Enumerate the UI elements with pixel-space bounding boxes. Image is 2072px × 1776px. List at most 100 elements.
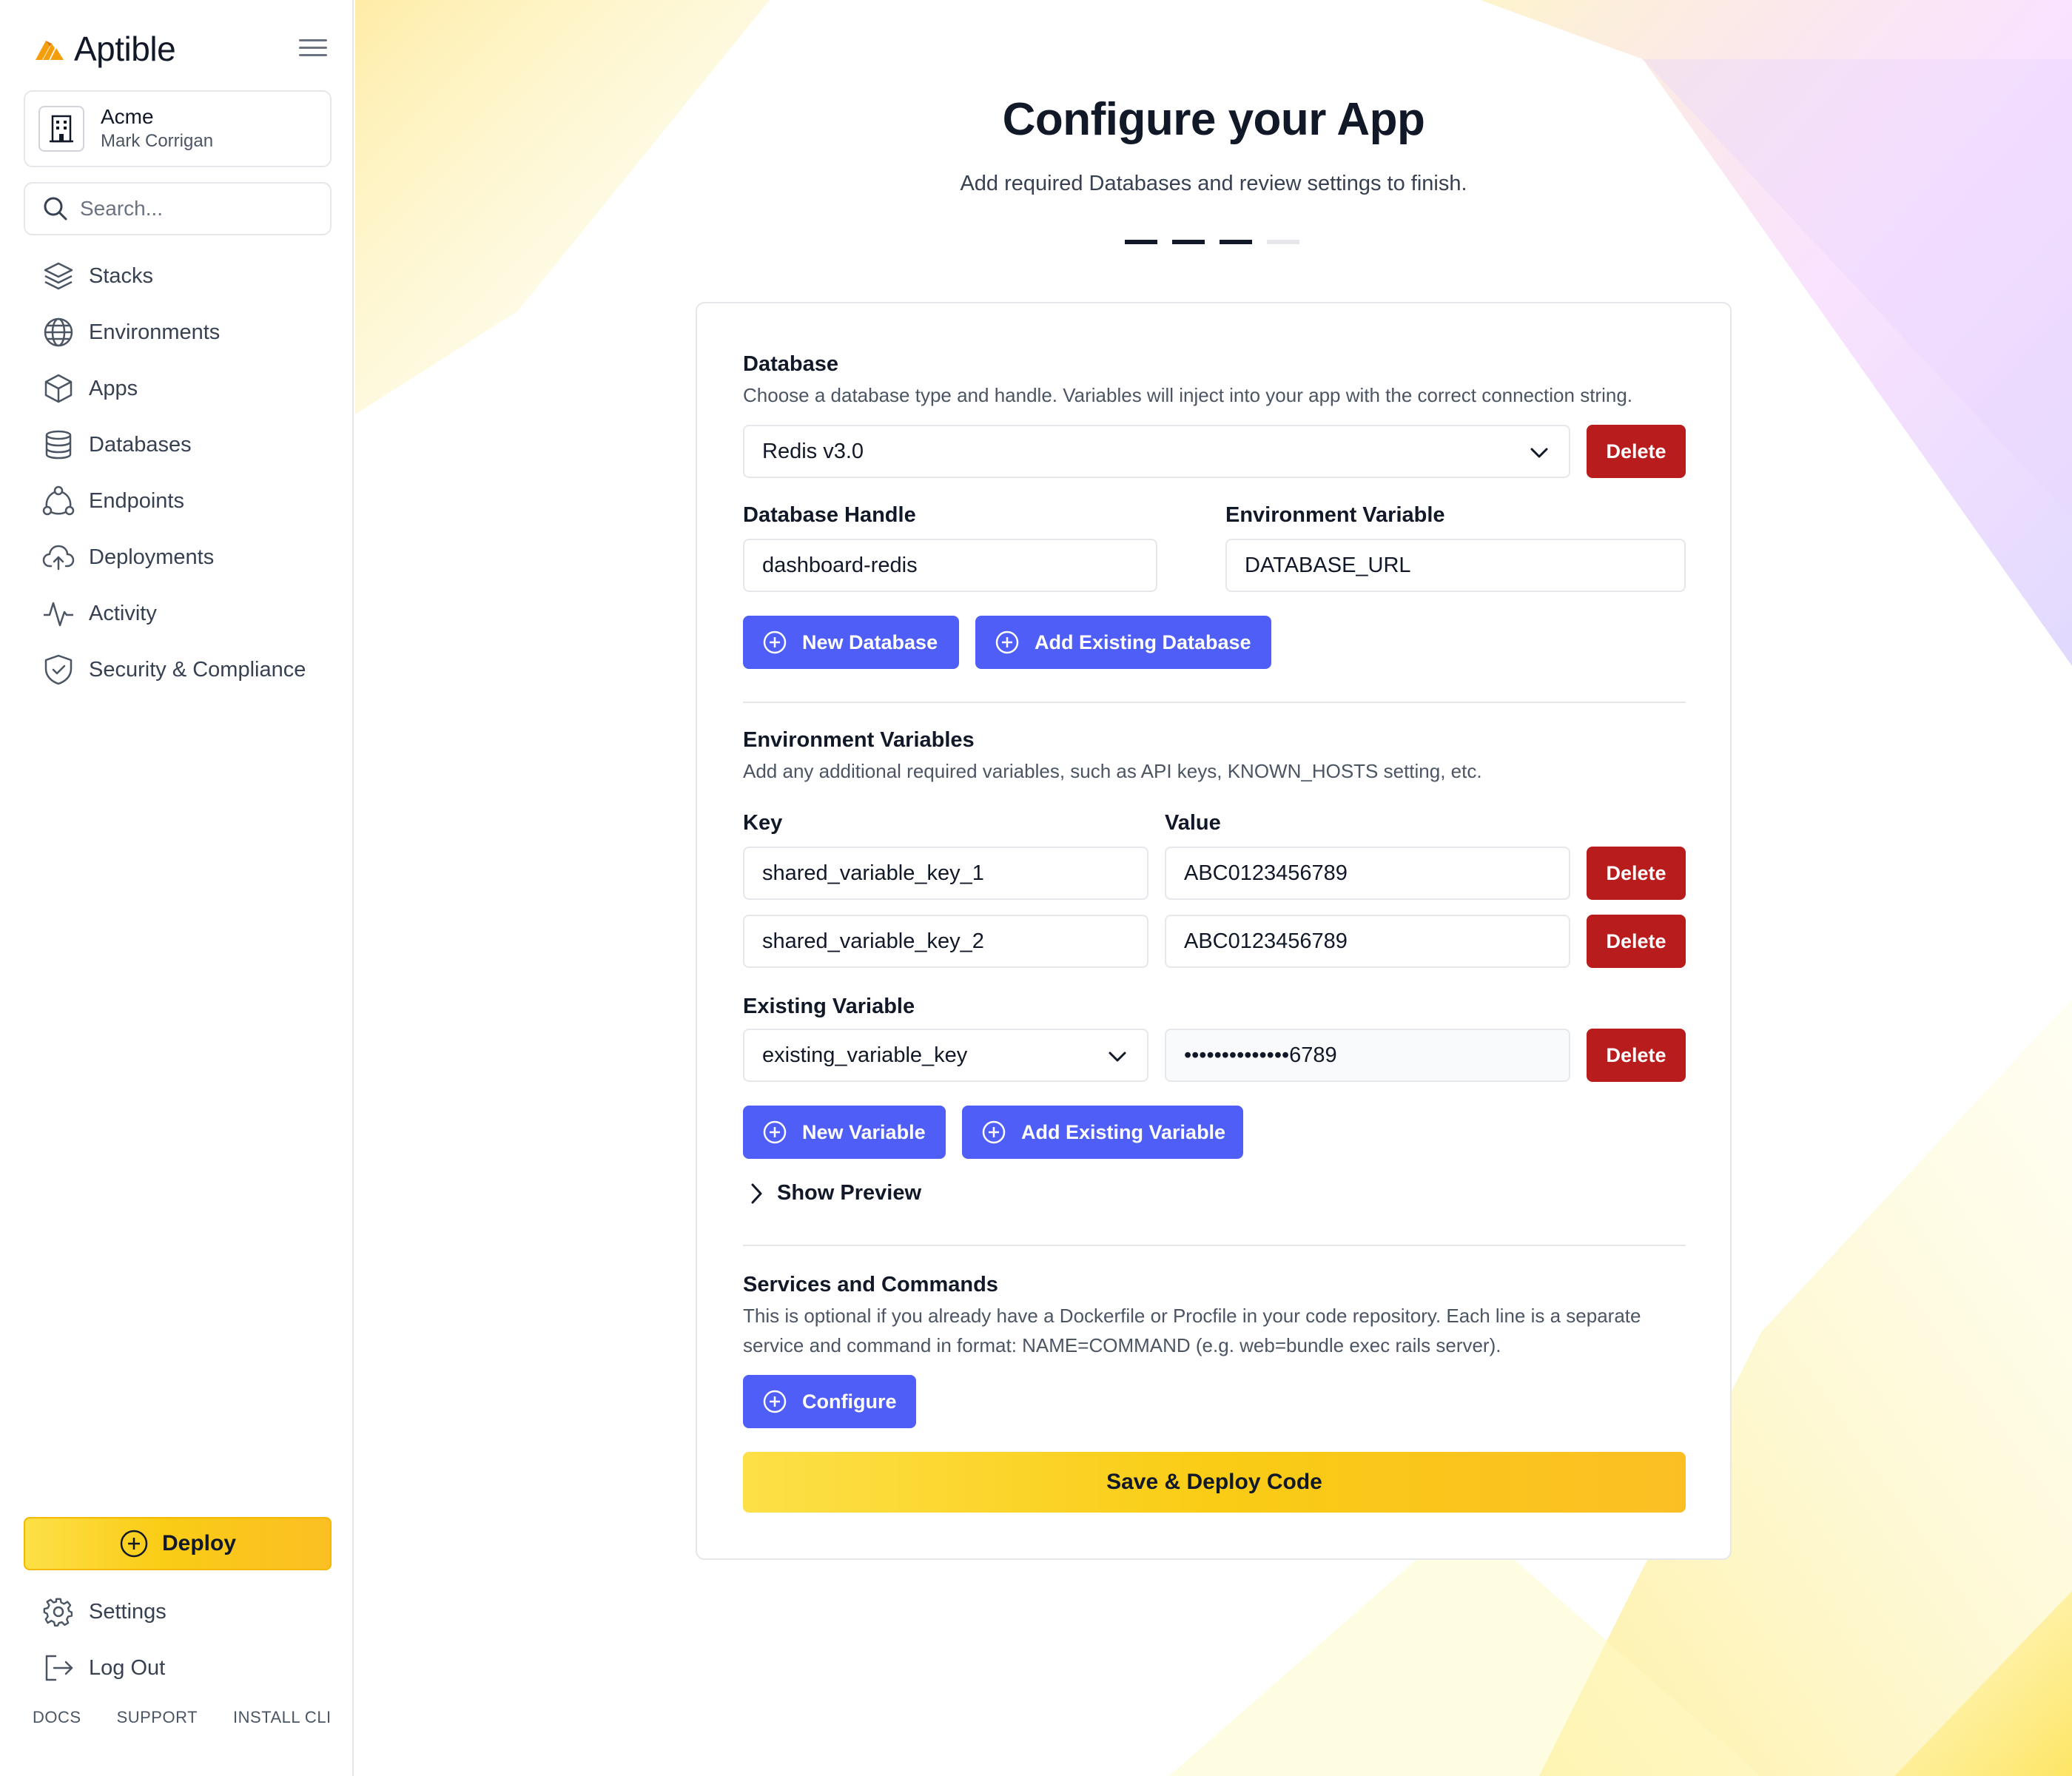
- value-column-label: Value: [1165, 811, 1221, 835]
- chevron-down-icon: [1530, 448, 1548, 458]
- hamburger-menu-icon[interactable]: [297, 34, 329, 64]
- gear-icon: [41, 1595, 75, 1629]
- add-existing-database-button[interactable]: Add Existing Database: [975, 616, 1271, 669]
- docs-link[interactable]: DOCS: [33, 1708, 81, 1727]
- new-variable-label: New Variable: [802, 1120, 926, 1143]
- step-progress: [1125, 240, 1299, 244]
- sidebar-item-security[interactable]: Security & Compliance: [24, 642, 332, 698]
- sidebar-item-label: Apps: [89, 376, 138, 400]
- sidebar-item-deployments[interactable]: Deployments: [24, 529, 332, 585]
- sidebar-item-endpoints[interactable]: Endpoints: [24, 473, 332, 529]
- add-existing-database-label: Add Existing Database: [1035, 630, 1251, 653]
- aptible-logo-icon: [36, 41, 64, 60]
- services-description-line-1: This is optional if you already have a D…: [743, 1305, 1641, 1327]
- sidebar-item-activity[interactable]: Activity: [24, 585, 332, 642]
- search-icon: [44, 197, 67, 221]
- database-handle-input[interactable]: dashboard-redis: [743, 539, 1157, 592]
- step-indicator-done: [1125, 240, 1157, 244]
- plus-circle-icon: [763, 1390, 787, 1413]
- env-vars-section-description: Add any additional required variables, s…: [743, 760, 1482, 782]
- delete-env-var-button[interactable]: Delete: [1587, 915, 1686, 968]
- section-divider: [743, 1245, 1686, 1246]
- building-icon: [38, 106, 84, 152]
- env-key-value: shared_variable_key_2: [762, 929, 984, 953]
- section-divider: [743, 702, 1686, 703]
- logout-icon: [41, 1651, 75, 1685]
- new-database-label: New Database: [802, 630, 938, 653]
- install-cli-link[interactable]: INSTALL CLI: [233, 1708, 332, 1727]
- support-link[interactable]: SUPPORT: [117, 1708, 198, 1727]
- existing-variable-masked-value: ••••••••••••••6789: [1184, 1043, 1337, 1067]
- database-type-select[interactable]: Redis v3.0: [743, 425, 1570, 478]
- env-value-input[interactable]: ABC0123456789: [1165, 915, 1570, 968]
- database-section-title: Database: [743, 352, 838, 376]
- sidebar-item-settings[interactable]: Settings: [24, 1584, 332, 1640]
- sidebar-item-label: Deployments: [89, 545, 215, 569]
- step-indicator-done: [1220, 240, 1252, 244]
- env-key-input[interactable]: shared_variable_key_2: [743, 915, 1148, 968]
- delete-existing-variable-button[interactable]: Delete: [1587, 1029, 1686, 1082]
- deploy-label: Deploy: [161, 1531, 237, 1555]
- sidebar-nav: Stacks Environments Apps Databases Endpo…: [24, 248, 332, 698]
- database-handle-label: Database Handle: [743, 503, 916, 527]
- existing-variable-select[interactable]: existing_variable_key: [743, 1029, 1148, 1082]
- configure-card: Database Choose a database type and hand…: [696, 302, 1732, 1560]
- cloud-upload-icon: [41, 540, 75, 574]
- sidebar-bottom-nav: Settings Log Out: [24, 1584, 332, 1696]
- step-indicator-pending: [1267, 240, 1299, 244]
- env-value-input[interactable]: ABC0123456789: [1165, 847, 1570, 900]
- services-section-title: Services and Commands: [743, 1273, 998, 1296]
- add-existing-variable-button[interactable]: Add Existing Variable: [962, 1106, 1243, 1159]
- search-input[interactable]: [80, 197, 317, 221]
- sidebar-item-label: Databases: [89, 432, 192, 457]
- step-indicator-done: [1172, 240, 1205, 244]
- environment-variable-label: Environment Variable: [1225, 503, 1445, 527]
- add-existing-variable-label: Add Existing Variable: [1021, 1120, 1226, 1143]
- env-key-value: shared_variable_key_1: [762, 861, 984, 885]
- show-preview-label: Show Preview: [777, 1181, 922, 1205]
- sidebar-item-logout[interactable]: Log Out: [24, 1640, 332, 1696]
- sidebar-item-label: Settings: [89, 1599, 166, 1624]
- sidebar: Aptible Acme Mark Corrigan Search... Sta…: [0, 0, 354, 1776]
- sidebar-item-databases[interactable]: Databases: [24, 417, 332, 473]
- layers-icon: [41, 259, 75, 293]
- page-title: Configure your App: [1002, 94, 1425, 145]
- environment-variable-value: DATABASE_URL: [1245, 553, 1411, 577]
- new-variable-button[interactable]: New Variable: [743, 1106, 946, 1159]
- database-section-description: Choose a database type and handle. Varia…: [743, 384, 1633, 406]
- sidebar-item-environments[interactable]: Environments: [24, 304, 332, 360]
- delete-database-button[interactable]: Delete: [1587, 425, 1686, 478]
- save-deploy-button[interactable]: Save & Deploy Code: [743, 1452, 1686, 1513]
- sidebar-item-label: Stacks: [89, 263, 154, 288]
- env-value-value: ABC0123456789: [1184, 929, 1348, 953]
- database-type-value: Redis v3.0: [762, 439, 864, 463]
- sidebar-item-stacks[interactable]: Stacks: [24, 248, 332, 304]
- configure-label: Configure: [802, 1390, 897, 1413]
- cube-icon: [41, 371, 75, 406]
- globe-icon: [41, 315, 75, 349]
- plus-circle-icon: [763, 630, 787, 654]
- env-value-value: ABC0123456789: [1184, 861, 1348, 885]
- deploy-button[interactable]: Deploy: [24, 1517, 332, 1570]
- delete-env-var-button[interactable]: Delete: [1587, 847, 1686, 900]
- sidebar-item-label: Endpoints: [89, 488, 184, 513]
- sidebar-item-apps[interactable]: Apps: [24, 360, 332, 417]
- activity-icon: [41, 596, 75, 630]
- show-preview-toggle[interactable]: Show Preview: [747, 1181, 921, 1205]
- org-switcher[interactable]: Acme Mark Corrigan: [24, 90, 332, 167]
- sidebar-item-label: Log Out: [89, 1655, 166, 1680]
- search-box[interactable]: [24, 182, 332, 235]
- database-icon: [41, 428, 75, 462]
- environment-variable-input[interactable]: DATABASE_URL: [1225, 539, 1686, 592]
- brand-logo[interactable]: Aptible: [33, 27, 329, 71]
- chevron-down-icon: [1109, 1052, 1126, 1062]
- endpoints-icon: [41, 484, 75, 518]
- new-database-button[interactable]: New Database: [743, 616, 959, 669]
- existing-variable-key: existing_variable_key: [762, 1043, 968, 1067]
- sidebar-item-label: Environments: [89, 320, 221, 344]
- org-name: Acme: [101, 105, 154, 128]
- env-key-input[interactable]: shared_variable_key_1: [743, 847, 1148, 900]
- existing-variable-label: Existing Variable: [743, 995, 915, 1018]
- env-vars-section-title: Environment Variables: [743, 728, 975, 752]
- configure-button[interactable]: Configure: [743, 1375, 916, 1428]
